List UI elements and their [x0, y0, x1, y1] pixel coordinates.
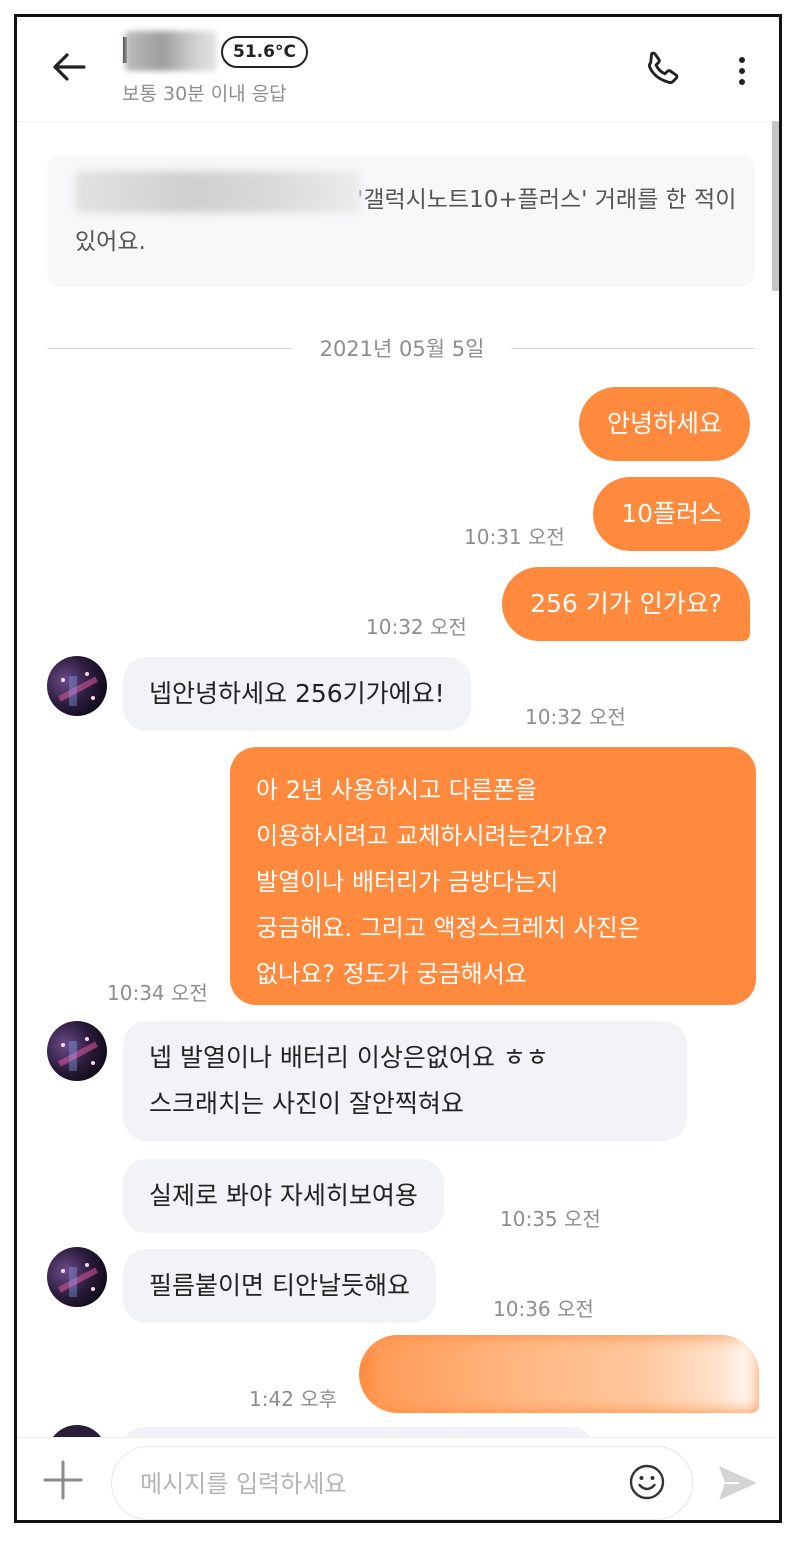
send-button[interactable] [715, 1460, 761, 1506]
message-text: 10플러스 [621, 499, 722, 528]
message-bubble-theirs[interactable]: 실제로 봐야 자세히보여용 [123, 1159, 444, 1233]
avatar[interactable] [47, 1021, 107, 1081]
message-text: 필름붙이면 티안날듯해요 [149, 1271, 410, 1300]
chat-header: 51.6°C 보통 30분 이내 응답 [17, 17, 779, 122]
message-line: 아 2년 사용하시고 다른폰을 [256, 776, 538, 804]
message-time: 10:32 오전 [366, 615, 467, 639]
chat-screen: 51.6°C 보통 30분 이내 응답 '갤럭시노트10+플러스' 거래를 한 … [14, 14, 782, 1523]
response-time-label: 보통 30분 이내 응답 [122, 83, 287, 105]
message-line: 발열이나 배터리가 금방다는지 [256, 868, 559, 896]
date-divider-left [47, 348, 293, 349]
message-time: 1:42 오후 [249, 1387, 338, 1411]
message-time: 10:35 오전 [500, 1207, 601, 1231]
message-time: 10:31 오전 [464, 525, 565, 549]
message-bubble-mine[interactable]: 10플러스 [593, 477, 750, 551]
redaction-blur [369, 1335, 759, 1413]
avatar[interactable] [47, 656, 107, 716]
message-time: 10:32 오전 [525, 705, 626, 729]
message-bubble-mine[interactable]: 아 2년 사용하시고 다른폰을 이용하시려고 교체하시려는건가요? 발열이나 배… [230, 747, 756, 1005]
arrow-left-icon [53, 53, 86, 81]
message-time: 10:36 오전 [493, 1297, 594, 1321]
message-bubble-theirs[interactable]: 넵안녕하세요 256기가에요! [123, 657, 471, 731]
scrollbar-thumb[interactable] [772, 121, 779, 291]
notice-redacted [75, 171, 361, 213]
more-vertical-icon-dot [739, 79, 745, 85]
message-bubble-mine[interactable]: 256 기가 인가요? [502, 567, 750, 641]
message-bubble-theirs[interactable]: 넵 발열이나 배터리 이상은없어요 ㅎㅎ 스크래치는 사진이 잘안찍혀요 [123, 1021, 687, 1141]
message-input-wrapper [111, 1446, 693, 1520]
call-button[interactable] [639, 47, 687, 95]
date-separator: 2021년 05월 5일 [319, 337, 485, 361]
manner-temperature-badge: 51.6°C [221, 36, 308, 68]
message-text: 안녕하세요 [606, 409, 722, 438]
message-bubble-mine[interactable]: 안녕하세요 [578, 387, 750, 461]
avatar[interactable] [47, 1247, 107, 1307]
emoji-button[interactable] [628, 1463, 666, 1501]
message-input[interactable] [138, 1465, 622, 1503]
message-input-bar [17, 1437, 779, 1520]
message-bubble-theirs[interactable]: 필름붙이면 티안날듯해요 [123, 1249, 436, 1323]
message-line: 넵 발열이나 배터리 이상은없어요 ㅎㅎ [149, 1043, 549, 1072]
more-options-button[interactable] [727, 47, 757, 95]
message-line: 궁금해요. 그리고 액정스크레치 사진은 [256, 914, 640, 942]
message-time: 10:34 오전 [107, 981, 208, 1005]
plus-icon [43, 1460, 83, 1500]
phone-icon [648, 51, 679, 84]
back-button[interactable] [47, 45, 91, 89]
attach-button[interactable] [41, 1458, 85, 1502]
send-icon [719, 1466, 757, 1500]
message-line: 없나요? 정도가 궁금해서요 [256, 960, 527, 988]
message-line: 스크래치는 사진이 잘안찍혀요 [149, 1089, 464, 1118]
more-vertical-icon [739, 57, 745, 63]
date-divider-right [511, 348, 755, 349]
message-line: 이용하시려고 교체하시려는건가요? [256, 822, 608, 850]
smiley-icon [629, 1464, 665, 1500]
message-bubble-mine-redacted[interactable] [359, 1335, 759, 1413]
message-text: 256 기가 인가요? [530, 589, 722, 618]
more-vertical-icon-dot [739, 68, 745, 74]
message-text: 실제로 봐야 자세히보여용 [149, 1181, 418, 1210]
message-text: 넵안녕하세요 256기가에요! [149, 679, 445, 708]
username-redacted [125, 31, 217, 71]
